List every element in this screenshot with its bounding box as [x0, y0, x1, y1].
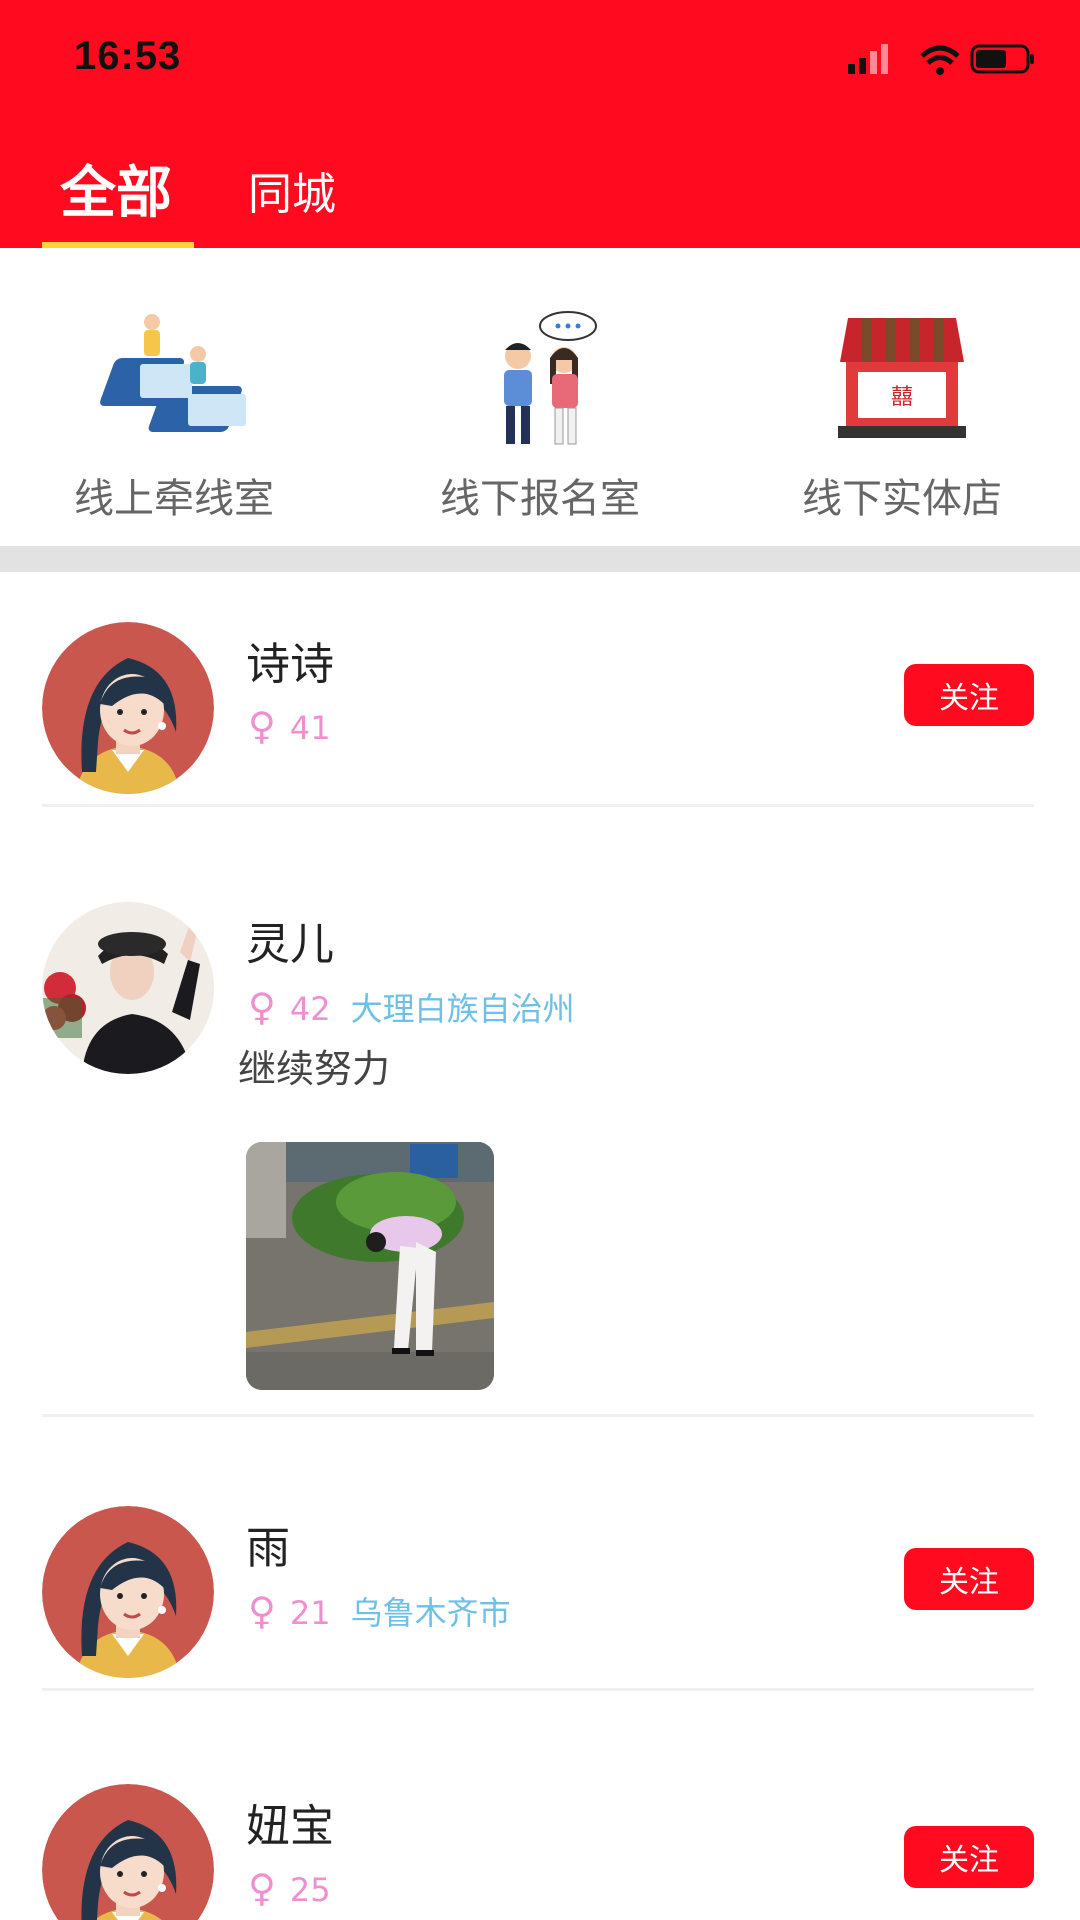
battery-icon — [970, 44, 1034, 74]
category-label: 线下报名室 — [440, 476, 640, 522]
feed-item: 雨 ♀ 21 乌鲁木齐市 关注 — [0, 1414, 1080, 1692]
physical-store-icon: 囍 — [838, 318, 966, 438]
app-header: 16:53 全部 同城 — [0, 0, 1080, 248]
status-icons — [848, 44, 1034, 75]
user-city: 大理白族自治州 — [350, 990, 575, 1028]
user-meta: ♀ 21 乌鲁木齐市 — [248, 1588, 511, 1634]
user-city: 乌鲁木齐市 — [350, 1594, 511, 1632]
post-photo[interactable] — [246, 1142, 494, 1390]
default-female-avatar-icon — [42, 622, 214, 794]
user-age: 25 — [289, 1871, 331, 1909]
user-meta: ♀ 25 — [248, 1866, 351, 1910]
user-age: 41 — [289, 709, 331, 747]
user-age: 42 — [289, 990, 331, 1028]
user-age: 21 — [289, 1594, 331, 1632]
category-physical-store[interactable]: 囍 线下实体店 — [752, 308, 1052, 524]
category-row: 线上牵线室 线下报名室 囍 线下实体店 — [0, 248, 1080, 546]
avatar[interactable] — [42, 622, 214, 794]
category-label: 线上牵线室 — [74, 476, 274, 522]
item-separator — [42, 1688, 1034, 1691]
user-name: 灵儿 — [246, 919, 334, 970]
follow-button[interactable]: 关注 — [904, 664, 1034, 726]
feed-item: 灵儿 ♀ 42 大理白族自治州 继续努力 — [0, 810, 1080, 1417]
post-text: 继续努力 — [238, 1047, 391, 1091]
female-icon: ♀ — [248, 1589, 276, 1633]
tab-all[interactable]: 全部 — [60, 148, 172, 229]
female-icon: ♀ — [248, 1866, 276, 1910]
user-name: 诗诗 — [246, 639, 334, 690]
user-name: 妞宝 — [246, 1801, 334, 1852]
feed-item: 妞宝 ♀ 25 关注 — [0, 1692, 1080, 1920]
avatar[interactable] — [42, 902, 214, 1074]
follow-button[interactable]: 关注 — [904, 1548, 1034, 1610]
wifi-icon — [920, 45, 960, 75]
avatar[interactable] — [42, 1784, 214, 1920]
svg-text:囍: 囍 — [891, 385, 913, 410]
follow-button[interactable]: 关注 — [904, 1826, 1034, 1888]
status-time: 16:53 — [74, 34, 182, 78]
category-label: 线下实体店 — [802, 476, 1002, 522]
user-meta: ♀ 41 — [248, 704, 351, 748]
user-photo-avatar — [42, 902, 214, 1074]
category-online-matchmaking[interactable]: 线上牵线室 — [24, 308, 324, 524]
post-image — [246, 1142, 494, 1390]
section-divider — [0, 546, 1080, 572]
feed-item: 诗诗 ♀ 41 关注 — [0, 572, 1080, 810]
female-icon: ♀ — [248, 704, 276, 748]
female-icon: ♀ — [248, 985, 276, 1029]
default-female-avatar-icon — [42, 1784, 214, 1920]
category-offline-signup[interactable]: 线下报名室 — [390, 308, 690, 524]
online-matchmaking-icon — [100, 314, 246, 432]
offline-signup-icon — [504, 311, 597, 445]
tab-same-city[interactable]: 同城 — [248, 158, 336, 222]
item-separator — [42, 804, 1034, 807]
signal-icon — [848, 44, 888, 74]
avatar[interactable] — [42, 1506, 214, 1678]
user-name: 雨 — [246, 1523, 290, 1574]
user-meta: ♀ 42 大理白族自治州 — [248, 984, 575, 1030]
default-female-avatar-icon — [42, 1506, 214, 1678]
